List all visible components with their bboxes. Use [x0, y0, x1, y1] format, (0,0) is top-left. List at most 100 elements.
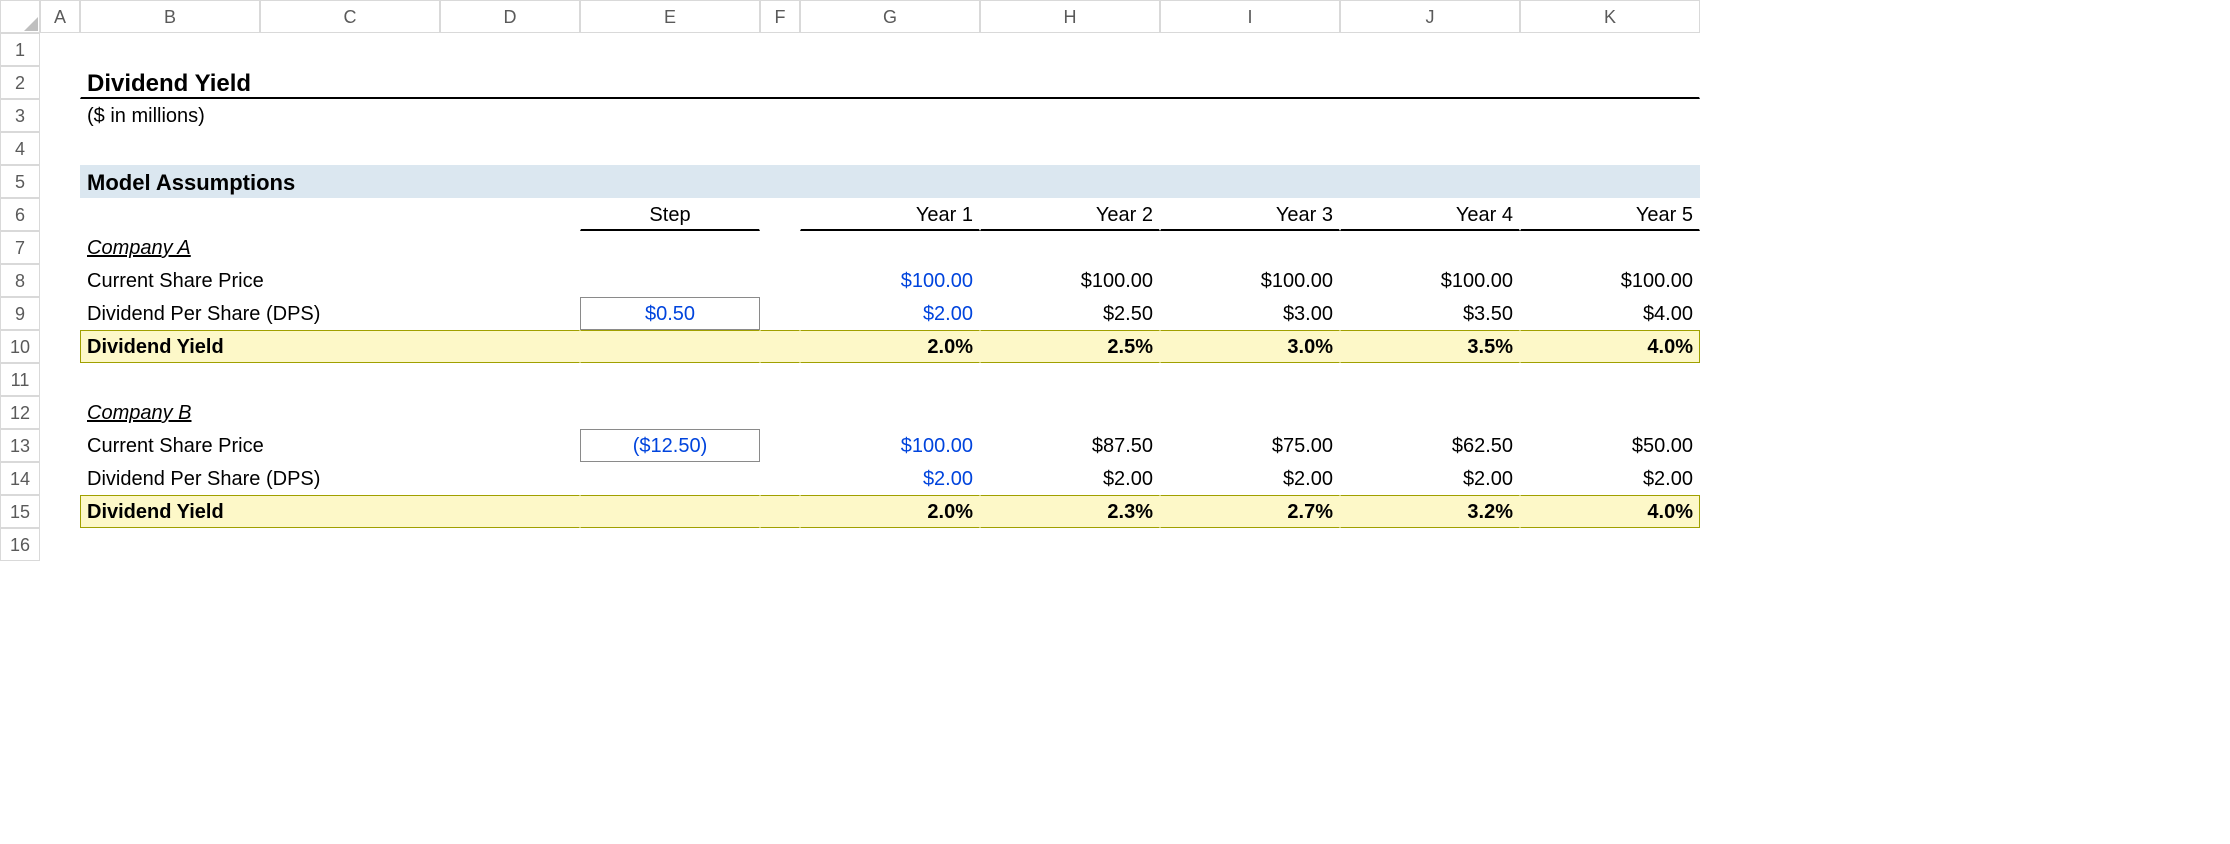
company-a-dps-y1[interactable]: $2.00 [800, 297, 980, 330]
company-b-price-y1[interactable]: $100.00 [800, 429, 980, 462]
cell-E7[interactable] [580, 231, 760, 264]
cell-F13[interactable] [760, 429, 800, 462]
cell-I1[interactable] [1160, 33, 1340, 66]
spreadsheet-grid[interactable]: A B C D E F G H I J K 1 2 Dividend Yield… [0, 0, 2230, 561]
cell-K7[interactable] [1520, 231, 1700, 264]
company-a-yield-y5[interactable]: 4.0% [1520, 330, 1700, 363]
row-header-15[interactable]: 15 [0, 495, 40, 528]
company-a-dps-y5[interactable]: $4.00 [1520, 297, 1700, 330]
cell-F1[interactable] [760, 33, 800, 66]
company-b-price-y5[interactable]: $50.00 [1520, 429, 1700, 462]
company-a-dps-y2[interactable]: $2.50 [980, 297, 1160, 330]
col-header-D[interactable]: D [440, 0, 580, 33]
cell-E14[interactable] [580, 462, 760, 495]
row-header-8[interactable]: 8 [0, 264, 40, 297]
company-b-price-y2[interactable]: $87.50 [980, 429, 1160, 462]
col-header-H[interactable]: H [980, 0, 1160, 33]
col-header-C[interactable]: C [260, 0, 440, 33]
subtitle[interactable]: ($ in millions) [80, 99, 1700, 132]
header-year-2[interactable]: Year 2 [980, 198, 1160, 231]
cell-H7[interactable] [980, 231, 1160, 264]
header-step[interactable]: Step [580, 198, 760, 231]
select-all-corner[interactable] [0, 0, 40, 33]
cell-K12[interactable] [1520, 396, 1700, 429]
company-b-dps-y1[interactable]: $2.00 [800, 462, 980, 495]
cell-E10[interactable] [580, 330, 760, 363]
cell-H1[interactable] [980, 33, 1160, 66]
cell-A5[interactable] [40, 165, 80, 198]
cell-F7[interactable] [760, 231, 800, 264]
company-a-dps-step[interactable]: $0.50 [580, 297, 760, 330]
company-a-yield-y3[interactable]: 3.0% [1160, 330, 1340, 363]
header-year-1[interactable]: Year 1 [800, 198, 980, 231]
col-header-E[interactable]: E [580, 0, 760, 33]
cell-B11[interactable] [80, 363, 1700, 396]
company-b-yield-label[interactable]: Dividend Yield [80, 495, 580, 528]
cell-H12[interactable] [980, 396, 1160, 429]
row-header-5[interactable]: 5 [0, 165, 40, 198]
cell-F12[interactable] [760, 396, 800, 429]
company-a-price-y4[interactable]: $100.00 [1340, 264, 1520, 297]
row-header-3[interactable]: 3 [0, 99, 40, 132]
cell-A11[interactable] [40, 363, 80, 396]
cell-I7[interactable] [1160, 231, 1340, 264]
company-a-price-y5[interactable]: $100.00 [1520, 264, 1700, 297]
col-header-J[interactable]: J [1340, 0, 1520, 33]
company-b-yield-y4[interactable]: 3.2% [1340, 495, 1520, 528]
cell-J7[interactable] [1340, 231, 1520, 264]
company-a-yield-label[interactable]: Dividend Yield [80, 330, 580, 363]
cell-F8[interactable] [760, 264, 800, 297]
col-header-F[interactable]: F [760, 0, 800, 33]
company-a-price-label[interactable]: Current Share Price [80, 264, 580, 297]
cell-C1[interactable] [260, 33, 440, 66]
company-b-dps-y2[interactable]: $2.00 [980, 462, 1160, 495]
cell-I12[interactable] [1160, 396, 1340, 429]
company-a-price-y3[interactable]: $100.00 [1160, 264, 1340, 297]
row-header-14[interactable]: 14 [0, 462, 40, 495]
cell-A10[interactable] [40, 330, 80, 363]
company-a-yield-y2[interactable]: 2.5% [980, 330, 1160, 363]
company-a-price-y1[interactable]: $100.00 [800, 264, 980, 297]
cell-A4[interactable] [40, 132, 80, 165]
cell-E12[interactable] [580, 396, 760, 429]
company-b-price-label[interactable]: Current Share Price [80, 429, 580, 462]
company-b-yield-y3[interactable]: 2.7% [1160, 495, 1340, 528]
cell-D1[interactable] [440, 33, 580, 66]
row-header-16[interactable]: 16 [0, 528, 40, 561]
cell-B6[interactable] [80, 198, 260, 231]
page-title[interactable]: Dividend Yield [80, 66, 1700, 99]
company-b-yield-y2[interactable]: 2.3% [980, 495, 1160, 528]
row-header-13[interactable]: 13 [0, 429, 40, 462]
cell-A7[interactable] [40, 231, 80, 264]
cell-G7[interactable] [800, 231, 980, 264]
cell-B4[interactable] [80, 132, 1700, 165]
cell-A3[interactable] [40, 99, 80, 132]
cell-B1[interactable] [80, 33, 260, 66]
cell-E1[interactable] [580, 33, 760, 66]
cell-A14[interactable] [40, 462, 80, 495]
col-header-B[interactable]: B [80, 0, 260, 33]
company-a-yield-y1[interactable]: 2.0% [800, 330, 980, 363]
company-b-dps-y4[interactable]: $2.00 [1340, 462, 1520, 495]
cell-B16[interactable] [80, 528, 1700, 561]
cell-A8[interactable] [40, 264, 80, 297]
company-a-dps-y4[interactable]: $3.50 [1340, 297, 1520, 330]
company-b-yield-y5[interactable]: 4.0% [1520, 495, 1700, 528]
cell-A9[interactable] [40, 297, 80, 330]
company-a-dps-label[interactable]: Dividend Per Share (DPS) [80, 297, 580, 330]
cell-A13[interactable] [40, 429, 80, 462]
company-b-label[interactable]: Company B [80, 396, 580, 429]
row-header-11[interactable]: 11 [0, 363, 40, 396]
col-header-A[interactable]: A [40, 0, 80, 33]
header-year-5[interactable]: Year 5 [1520, 198, 1700, 231]
cell-D6[interactable] [440, 198, 580, 231]
cell-A1[interactable] [40, 33, 80, 66]
header-year-3[interactable]: Year 3 [1160, 198, 1340, 231]
cell-E8[interactable] [580, 264, 760, 297]
row-header-10[interactable]: 10 [0, 330, 40, 363]
row-header-6[interactable]: 6 [0, 198, 40, 231]
cell-A12[interactable] [40, 396, 80, 429]
company-b-yield-y1[interactable]: 2.0% [800, 495, 980, 528]
cell-G1[interactable] [800, 33, 980, 66]
cell-K1[interactable] [1520, 33, 1700, 66]
